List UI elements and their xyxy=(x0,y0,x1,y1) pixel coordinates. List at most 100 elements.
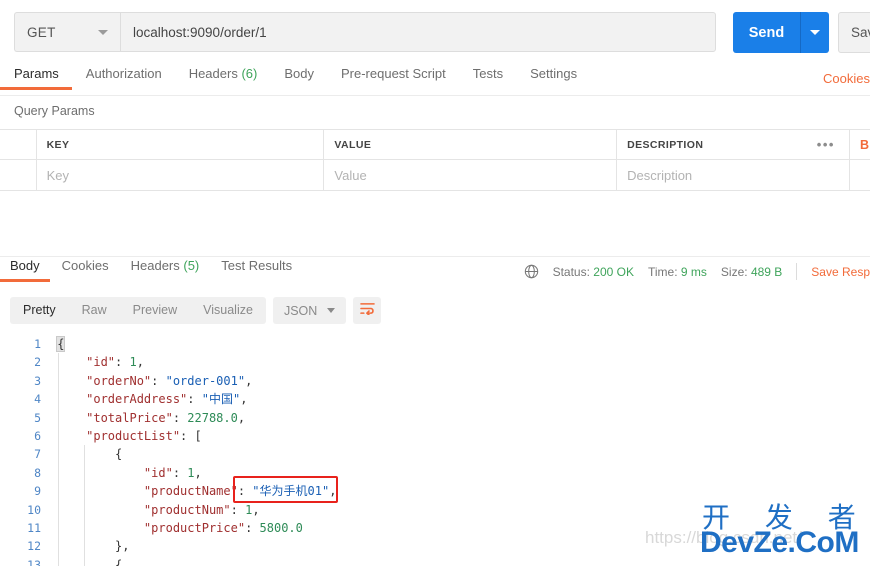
http-method-select[interactable]: GET xyxy=(14,12,120,52)
tab-pre-request-script[interactable]: Pre-request Script xyxy=(341,66,446,90)
response-tab-headers-label: Headers xyxy=(130,258,180,273)
tab-body[interactable]: Body xyxy=(284,66,314,90)
bulk-edit-button[interactable]: Bulk Edit xyxy=(850,130,870,159)
code-token: }, xyxy=(115,539,130,554)
view-mode-preview[interactable]: Preview xyxy=(120,297,190,324)
code-line: { xyxy=(50,445,336,463)
line-number: 10 xyxy=(27,502,41,517)
time-label-group: Time: 9 ms xyxy=(648,265,707,279)
response-viewer-toolbar: Pretty Raw Preview Visualize JSON xyxy=(10,297,382,324)
send-button[interactable]: Send xyxy=(733,12,829,53)
save-button-label: Save xyxy=(851,25,870,40)
chevron-down-icon xyxy=(98,29,108,35)
response-tab-cookies[interactable]: Cookies xyxy=(62,258,109,282)
line-number: 6 xyxy=(34,428,41,443)
code-token: , xyxy=(245,373,253,388)
line-number: 3 xyxy=(34,373,41,388)
code-line: { xyxy=(50,556,336,566)
code-token: , xyxy=(194,465,202,480)
tab-settings[interactable]: Settings xyxy=(530,66,577,90)
code-token: "productName" xyxy=(143,484,238,499)
code-line: "productPrice": 5800.0 xyxy=(50,519,336,537)
status-value: 200 OK xyxy=(593,264,634,279)
save-response-button[interactable]: Save Resp xyxy=(811,265,870,279)
code-token: "中国" xyxy=(201,392,241,407)
view-mode-pretty[interactable]: Pretty xyxy=(10,297,69,324)
code-token: : xyxy=(237,484,253,499)
send-options-button[interactable] xyxy=(801,12,829,53)
param-key-input[interactable]: Key xyxy=(37,160,325,190)
save-button[interactable]: Save xyxy=(838,12,870,53)
code-line: "productNum": 1, xyxy=(50,501,336,519)
line-number: 2 xyxy=(34,355,41,370)
response-tab-headers-count: (5) xyxy=(183,258,200,273)
status-label-group: Status: 200 OK xyxy=(553,265,634,279)
code-token: : xyxy=(245,520,260,535)
wrap-lines-button[interactable] xyxy=(353,297,382,324)
response-format-select[interactable]: JSON xyxy=(272,297,347,324)
param-value-input[interactable]: Value xyxy=(324,160,618,190)
line-number: 7 xyxy=(34,447,41,462)
code-token: { xyxy=(115,557,123,566)
tab-headers-count: (6) xyxy=(241,66,258,81)
send-button-label: Send xyxy=(748,24,785,41)
code-token: 22788.0 xyxy=(187,410,238,425)
table-options-button[interactable]: ••• xyxy=(803,130,850,159)
tab-tests[interactable]: Tests xyxy=(473,66,503,90)
ellipsis-icon: ••• xyxy=(816,137,835,152)
cookies-link[interactable]: Cookies xyxy=(823,71,870,86)
line-number: 5 xyxy=(34,410,41,425)
code-token: : xyxy=(187,392,202,407)
tab-authorization-label: Authorization xyxy=(85,66,162,81)
tab-body-label: Body xyxy=(284,66,314,81)
tab-authorization[interactable]: Authorization xyxy=(86,66,162,90)
code-token: , xyxy=(136,355,144,370)
globe-icon xyxy=(524,264,539,279)
request-tabs-divider xyxy=(0,95,870,96)
bulk-edit-label: Bulk Edit xyxy=(860,137,870,152)
column-header-value: VALUE xyxy=(324,130,618,159)
code-token: "orderNo" xyxy=(86,373,152,388)
tab-params[interactable]: Params xyxy=(0,66,72,90)
param-description-input[interactable]: Description xyxy=(617,160,803,190)
code-line: "totalPrice": 22788.0, xyxy=(50,409,336,427)
code-token: , xyxy=(237,410,246,425)
response-tab-headers[interactable]: Headers (5) xyxy=(131,258,200,282)
code-token: "totalPrice" xyxy=(86,410,173,425)
time-value: 9 ms xyxy=(680,264,707,279)
code-token: "productNum" xyxy=(143,502,231,517)
code-token: , xyxy=(240,392,248,407)
code-token: : xyxy=(151,373,166,388)
code-line: { xyxy=(50,335,336,353)
code-line: "id": 1, xyxy=(50,464,336,482)
code-token: 1 xyxy=(187,465,195,480)
line-number: 12 xyxy=(27,539,41,554)
row-checkbox-cell[interactable] xyxy=(0,160,37,190)
code-line: "productName": "华为手机01", xyxy=(50,482,337,500)
line-number: 1 xyxy=(34,337,41,351)
url-input[interactable]: localhost:9090/order/1 xyxy=(120,12,716,52)
meta-divider xyxy=(796,263,798,280)
tab-settings-label: Settings xyxy=(530,66,578,81)
size-value: 489 B xyxy=(750,264,783,279)
code-token: : xyxy=(115,355,130,370)
code-token: : xyxy=(172,410,188,425)
line-number-gutter: 1 2 3 4 5 6 7 8 9 10 11 12 13 xyxy=(0,335,50,566)
http-method-label: GET xyxy=(27,24,56,40)
row-tools-cell xyxy=(803,160,850,190)
code-line: "orderAddress": "中国", xyxy=(50,390,336,408)
request-tabs: Params Authorization Headers (6) Body Pr… xyxy=(0,66,870,95)
view-mode-visualize[interactable]: Visualize xyxy=(190,297,266,324)
tab-headers[interactable]: Headers (6) xyxy=(189,66,258,90)
response-format-label: JSON xyxy=(283,303,318,318)
select-all-checkbox-cell[interactable] xyxy=(0,130,37,159)
response-tab-body[interactable]: Body xyxy=(0,258,50,282)
chevron-down-icon xyxy=(327,308,336,313)
response-tab-test-results[interactable]: Test Results xyxy=(221,258,292,282)
code-content: { "id": 1, "orderNo": "order-001", "orde… xyxy=(50,335,336,566)
view-mode-raw[interactable]: Raw xyxy=(69,297,120,324)
line-number: 9 xyxy=(34,484,41,499)
response-body-editor[interactable]: 1 2 3 4 5 6 7 8 9 10 11 12 13 { "id": 1, "orderNo": … xyxy=(0,335,870,566)
postman-window: GET localhost:9090/order/1 Send Save Par… xyxy=(0,0,870,566)
table-header-row: KEY VALUE DESCRIPTION ••• Bulk Edit xyxy=(0,130,870,160)
